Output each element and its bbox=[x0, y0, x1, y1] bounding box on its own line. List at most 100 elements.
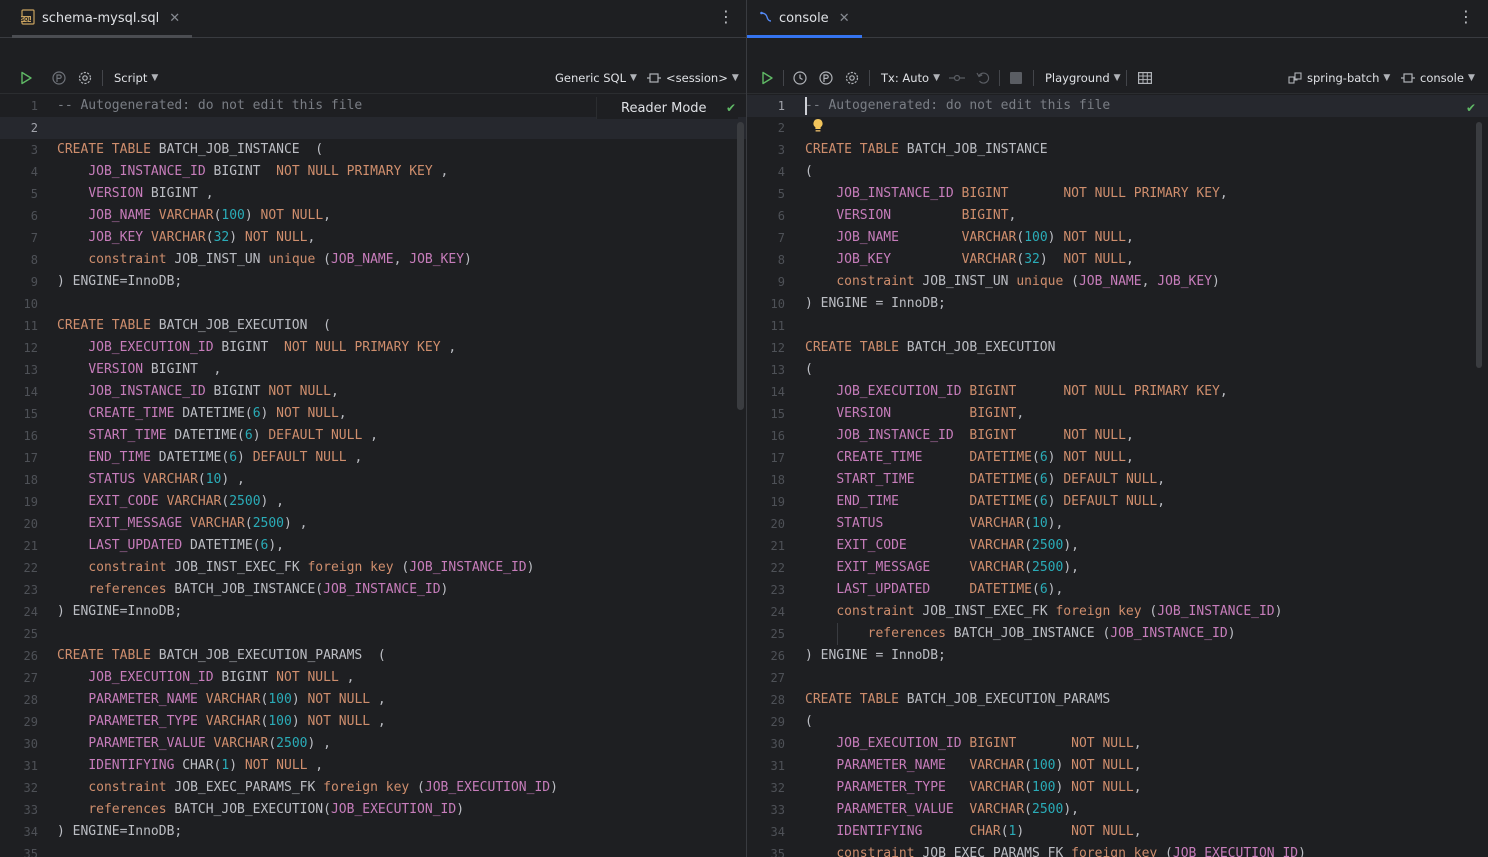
code-line[interactable]: PARAMETER_TYPE VARCHAR(100) NOT NULL , bbox=[57, 711, 385, 733]
code-token: unique bbox=[268, 252, 316, 267]
explain-plan-button[interactable] bbox=[818, 62, 834, 93]
console-session-dropdown[interactable]: console ▼ bbox=[1400, 62, 1475, 93]
code-line[interactable]: JOB_INSTANCE_ID BIGINT NOT NULL, bbox=[57, 381, 338, 403]
code-line[interactable]: CREATE TABLE BATCH_JOB_EXECUTION_PARAMS … bbox=[57, 645, 386, 667]
code-area[interactable]: -- Autogenerated: do not edit this file C… bbox=[57, 95, 746, 857]
code-line[interactable]: CREATE TABLE BATCH_JOB_EXECUTION_PARAMS bbox=[805, 689, 1110, 711]
code-line[interactable]: JOB_INSTANCE_ID BIGINT NOT NULL PRIMARY … bbox=[805, 183, 1227, 205]
code-line[interactable]: CREATE TABLE BATCH_JOB_INSTANCE ( bbox=[57, 139, 323, 161]
playground-dropdown[interactable]: Playground ▼ bbox=[1045, 62, 1121, 93]
code-line[interactable]: IDENTIFYING CHAR(1) NOT NULL , bbox=[57, 755, 323, 777]
code-line[interactable]: JOB_EXECUTION_ID BIGINT NOT NULL PRIMARY… bbox=[57, 337, 456, 359]
code-line[interactable]: END_TIME DATETIME(6) DEFAULT NULL, bbox=[805, 491, 1165, 513]
more-options-icon[interactable]: ⋮ bbox=[1458, 8, 1474, 26]
code-line[interactable]: ( bbox=[805, 161, 813, 183]
lightbulb-icon[interactable] bbox=[811, 117, 825, 135]
code-line[interactable]: references BATCH_JOB_INSTANCE(JOB_INSTAN… bbox=[57, 579, 448, 601]
code-line[interactable]: JOB_NAME VARCHAR(100) NOT NULL, bbox=[57, 205, 331, 227]
code-line[interactable]: STATUS VARCHAR(10) , bbox=[57, 469, 245, 491]
history-button[interactable] bbox=[792, 62, 808, 93]
code-line[interactable]: LAST_UPDATED DATETIME(6), bbox=[57, 535, 284, 557]
close-tab-icon[interactable]: ✕ bbox=[839, 11, 850, 26]
code-line[interactable]: JOB_NAME VARCHAR(100) NOT NULL, bbox=[805, 227, 1133, 249]
code-token: 100 bbox=[1032, 758, 1056, 773]
inspection-ok-icon[interactable]: ✔ bbox=[726, 101, 736, 115]
code-line[interactable]: constraint JOB_INST_EXEC_FK foreign key … bbox=[57, 557, 534, 579]
vertical-scrollbar[interactable] bbox=[737, 122, 744, 410]
stop-button[interactable] bbox=[1008, 62, 1024, 93]
code-line[interactable]: EXIT_CODE VARCHAR(2500) , bbox=[57, 491, 284, 513]
code-line[interactable]: VERSION BIGINT , bbox=[57, 183, 213, 205]
vertical-scrollbar[interactable] bbox=[1476, 122, 1482, 368]
tab-console[interactable]: console ✕ bbox=[747, 0, 862, 38]
code-line[interactable]: PARAMETER_VALUE VARCHAR(2500), bbox=[805, 799, 1079, 821]
code-line[interactable]: STATUS VARCHAR(10), bbox=[805, 513, 1063, 535]
code-line[interactable]: JOB_EXECUTION_ID BIGINT NOT NULL PRIMARY… bbox=[805, 381, 1227, 403]
dialect-dropdown[interactable]: Generic SQL ▼ bbox=[555, 62, 637, 93]
code-line[interactable]: -- Autogenerated: do not edit this file bbox=[57, 95, 362, 117]
code-line[interactable]: PARAMETER_NAME VARCHAR(100) NOT NULL , bbox=[57, 689, 385, 711]
script-dropdown[interactable]: Script ▼ bbox=[114, 62, 158, 93]
session-dropdown[interactable]: <session> ▼ bbox=[646, 62, 739, 93]
code-line[interactable]: JOB_KEY VARCHAR(32) NOT NULL, bbox=[57, 227, 315, 249]
code-line[interactable]: constraint JOB_EXEC_PARAMS_FK foreign ke… bbox=[805, 843, 1306, 857]
run-button[interactable] bbox=[18, 62, 34, 93]
tab-schema-mysql[interactable]: SQL schema-mysql.sql ✕ bbox=[8, 0, 193, 38]
code-line[interactable]: JOB_EXECUTION_ID BIGINT NOT NULL , bbox=[57, 667, 354, 689]
code-line[interactable]: JOB_KEY VARCHAR(32) NOT NULL, bbox=[805, 249, 1133, 271]
reader-mode-button[interactable]: Reader Mode bbox=[596, 97, 738, 119]
settings-button[interactable] bbox=[844, 62, 860, 93]
code-line[interactable]: references BATCH_JOB_EXECUTION(JOB_EXECU… bbox=[57, 799, 464, 821]
code-area[interactable]: -- Autogenerated: do not edit this file C… bbox=[805, 95, 1488, 857]
code-line[interactable]: CREATE TABLE BATCH_JOB_INSTANCE bbox=[805, 139, 1048, 161]
code-line[interactable]: START_TIME DATETIME(6) DEFAULT NULL, bbox=[805, 469, 1165, 491]
code-line[interactable]: EXIT_MESSAGE VARCHAR(2500) , bbox=[57, 513, 307, 535]
code-line[interactable]: ) ENGINE = InnoDB; bbox=[805, 293, 946, 315]
code-line[interactable]: CREATE TABLE BATCH_JOB_EXECUTION ( bbox=[57, 315, 331, 337]
settings-button[interactable] bbox=[77, 62, 93, 93]
code-line[interactable]: PARAMETER_TYPE VARCHAR(100) NOT NULL, bbox=[805, 777, 1141, 799]
explain-plan-button[interactable] bbox=[51, 62, 67, 93]
commit-button[interactable] bbox=[949, 62, 965, 93]
code-line[interactable]: ( bbox=[805, 711, 813, 733]
code-line[interactable]: JOB_INSTANCE_ID BIGINT NOT NULL PRIMARY … bbox=[57, 161, 448, 183]
code-line[interactable]: CREATE TABLE BATCH_JOB_EXECUTION bbox=[805, 337, 1055, 359]
rollback-button[interactable] bbox=[975, 62, 991, 93]
code-line[interactable]: VERSION BIGINT, bbox=[805, 403, 1024, 425]
code-line[interactable]: LAST_UPDATED DATETIME(6), bbox=[805, 579, 1063, 601]
left-code-editor[interactable]: 1 2 3 4 5 6 7 8 9 10 11 12 13 14 15 16 17 18 19 20 21 22 23 24 2… bbox=[0, 95, 746, 857]
code-line[interactable]: references BATCH_JOB_INSTANCE (JOB_INSTA… bbox=[805, 623, 1236, 645]
code-line[interactable]: constraint JOB_EXEC_PARAMS_FK foreign ke… bbox=[57, 777, 558, 799]
code-line[interactable]: CREATE_TIME DATETIME(6) NOT NULL, bbox=[805, 447, 1133, 469]
code-line[interactable]: START_TIME DATETIME(6) DEFAULT NULL , bbox=[57, 425, 378, 447]
transaction-mode-dropdown[interactable]: Tx: Auto ▼ bbox=[881, 62, 940, 93]
play-icon bbox=[18, 70, 34, 86]
right-code-editor[interactable]: 1 2 3 4 5 6 7 8 9 10 11 12 13 14 15 16 17 18 19 20 21 22 23 24 2… bbox=[747, 95, 1488, 857]
code-line[interactable]: -- Autogenerated: do not edit this file bbox=[805, 95, 1110, 117]
code-line[interactable]: JOB_INSTANCE_ID BIGINT NOT NULL, bbox=[805, 425, 1133, 447]
code-line[interactable]: JOB_EXECUTION_ID BIGINT NOT NULL, bbox=[805, 733, 1141, 755]
run-button[interactable] bbox=[759, 62, 775, 93]
code-line[interactable]: EXIT_CODE VARCHAR(2500), bbox=[805, 535, 1079, 557]
code-line[interactable]: constraint JOB_INST_EXEC_FK foreign key … bbox=[805, 601, 1282, 623]
code-line[interactable]: END_TIME DATETIME(6) DEFAULT NULL , bbox=[57, 447, 362, 469]
code-line[interactable]: PARAMETER_VALUE VARCHAR(2500) , bbox=[57, 733, 331, 755]
code-line[interactable]: ) ENGINE=InnoDB; bbox=[57, 821, 182, 843]
code-line[interactable]: VERSION BIGINT , bbox=[57, 359, 221, 381]
code-line[interactable]: VERSION BIGINT, bbox=[805, 205, 1016, 227]
code-line[interactable]: ) ENGINE = InnoDB; bbox=[805, 645, 946, 667]
more-options-icon[interactable]: ⋮ bbox=[718, 8, 734, 26]
code-line[interactable]: ) ENGINE=InnoDB; bbox=[57, 271, 182, 293]
code-line[interactable]: CREATE_TIME DATETIME(6) NOT NULL, bbox=[57, 403, 346, 425]
code-line[interactable]: ) ENGINE=InnoDB; bbox=[57, 601, 182, 623]
code-line[interactable]: PARAMETER_NAME VARCHAR(100) NOT NULL, bbox=[805, 755, 1141, 777]
code-line[interactable]: EXIT_MESSAGE VARCHAR(2500), bbox=[805, 557, 1079, 579]
code-line[interactable]: constraint JOB_INST_UN unique (JOB_NAME,… bbox=[805, 271, 1220, 293]
code-line[interactable]: ( bbox=[805, 359, 813, 381]
table-view-button[interactable] bbox=[1137, 62, 1153, 93]
datasource-dropdown[interactable]: spring-batch ▼ bbox=[1287, 62, 1390, 93]
close-tab-icon[interactable]: ✕ bbox=[169, 11, 180, 26]
inspection-ok-icon[interactable]: ✔ bbox=[1466, 101, 1476, 115]
code-line[interactable]: IDENTIFYING CHAR(1) NOT NULL, bbox=[805, 821, 1141, 843]
code-line[interactable]: constraint JOB_INST_UN unique (JOB_NAME,… bbox=[57, 249, 472, 271]
